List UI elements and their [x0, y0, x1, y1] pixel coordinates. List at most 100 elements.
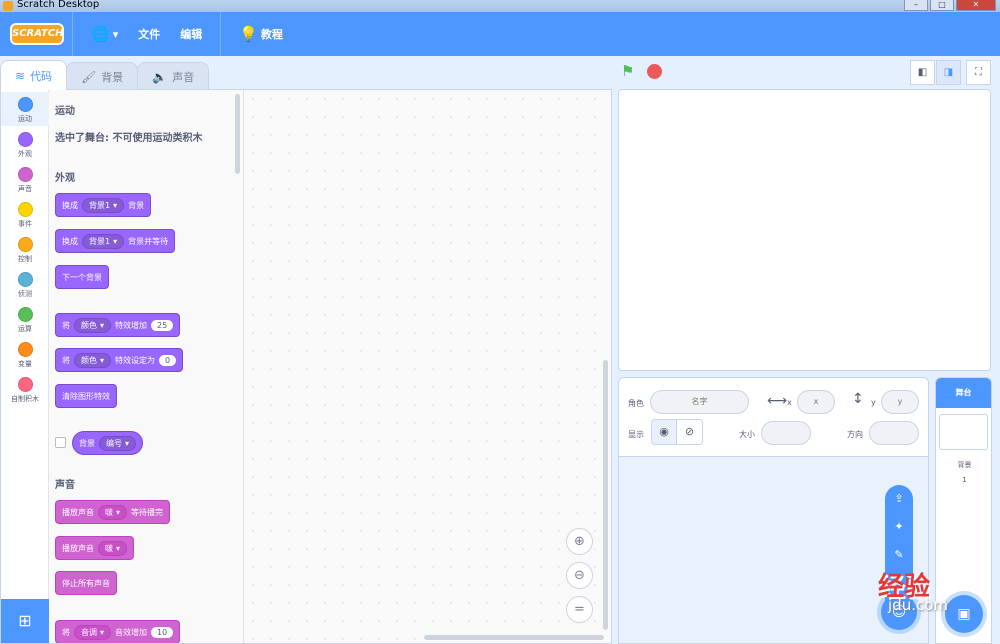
brush-icon: 🖌 — [81, 69, 97, 84]
maximize-button[interactable]: □ — [930, 0, 954, 11]
block-text: 将 — [62, 627, 70, 637]
workspace-horizontal-scrollbar[interactable] — [424, 635, 604, 640]
y-input[interactable]: y — [881, 390, 919, 414]
category-control-label: 控制 — [18, 255, 32, 263]
palette-scrollbar[interactable] — [235, 94, 240, 174]
clear-effects-block[interactable]: 清除图形特效 — [55, 384, 117, 408]
sound-dropdown[interactable]: 啵 ▾ — [98, 504, 128, 520]
backdrop-number-checkbox[interactable] — [55, 437, 66, 448]
direction-input[interactable] — [869, 421, 919, 445]
tab-sounds[interactable]: 🔈 声音 — [137, 62, 210, 90]
minimize-button[interactable]: – — [904, 0, 928, 11]
block-text: 特效设定为 — [115, 355, 156, 365]
vertical-arrow-icon: ↕ — [852, 391, 864, 407]
file-menu[interactable]: 文件 — [128, 12, 170, 56]
effect-value-input[interactable]: 0 — [159, 354, 177, 366]
switch-backdrop-wait-block[interactable]: 换成 背景1 ▾ 背景并等待 — [55, 229, 176, 253]
block-text: 播放声音 — [62, 507, 94, 517]
category-events[interactable]: 事件 — [1, 197, 49, 231]
change-sound-effect-block[interactable]: 将 音调 ▾ 音效增加 10 — [55, 620, 181, 643]
backdrop-number-reporter[interactable]: 背景 编号 ▾ — [72, 431, 144, 455]
category-sound[interactable]: 声音 — [1, 162, 49, 196]
effect-value-input[interactable]: 25 — [151, 319, 174, 331]
backdrop-dropdown[interactable]: 背景1 ▾ — [82, 233, 125, 249]
start-sound-block[interactable]: 播放声音 啵 ▾ — [55, 536, 135, 560]
normal-stage-icon: ◨ — [943, 67, 954, 78]
scratch-logo[interactable]: SCRATCH — [10, 23, 64, 45]
tab-code[interactable]: ≋ 代码 — [0, 60, 68, 90]
category-variables[interactable]: 变量 — [1, 337, 49, 371]
change-effect-block[interactable]: 将 颜色 ▾ 特效增加 25 — [55, 313, 181, 337]
category-operators[interactable]: 运算 — [1, 302, 49, 336]
chevron-down-icon: ▾ — [116, 543, 121, 553]
edit-menu[interactable]: 编辑 — [170, 12, 212, 56]
hide-sprite-button[interactable]: ⊘ — [677, 419, 703, 445]
tutorials-label: 教程 — [260, 28, 283, 41]
block-text: 换成 — [62, 236, 78, 246]
watermark: 经验 jdu.com — [878, 566, 948, 618]
zoom-in-button[interactable]: ⊕ — [566, 528, 593, 555]
chevron-down-icon: ▾ — [125, 438, 130, 448]
green-flag-icon: ⚑ — [621, 62, 635, 80]
upload-sprite-button[interactable]: ⇪ — [885, 485, 913, 513]
close-button[interactable]: ✕ — [956, 0, 996, 11]
block-text: 清除图形特效 — [62, 391, 110, 401]
small-stage-button[interactable]: ◧ — [910, 60, 935, 85]
workspace-vertical-scrollbar[interactable] — [603, 360, 608, 630]
category-my-blocks[interactable]: 自制积木 — [1, 372, 49, 406]
next-backdrop-block[interactable]: 下一个背景 — [55, 265, 109, 289]
surprise-sprite-button[interactable]: ✦ — [885, 513, 913, 541]
sound-heading: 声音 — [55, 480, 75, 491]
backdrop-dropdown[interactable]: 背景1 ▾ — [82, 197, 125, 213]
zoom-out-button[interactable]: ⊖ — [566, 562, 593, 589]
looks-heading: 外观 — [55, 173, 75, 184]
normal-stage-button[interactable]: ◨ — [936, 60, 961, 85]
block-text: 下一个背景 — [62, 272, 102, 282]
chevron-down-icon: ▾ — [100, 627, 105, 637]
speaker-icon: 🔈 — [152, 69, 168, 84]
eye-slash-icon: ⊘ — [684, 425, 695, 438]
sprite-name-input[interactable]: 名字 — [650, 390, 749, 414]
tab-backdrops[interactable]: 🖌 背景 — [66, 62, 139, 90]
fullscreen-button[interactable]: ⛶ — [966, 60, 991, 85]
switch-backdrop-block[interactable]: 换成 背景1 ▾ 背景 — [55, 193, 152, 217]
window-title: Scratch Desktop — [17, 0, 100, 10]
stop-all-sounds-block[interactable]: 停止所有声音 — [55, 571, 117, 595]
category-looks-label: 外观 — [18, 150, 32, 158]
size-input[interactable] — [761, 421, 811, 445]
x-input[interactable]: x — [797, 390, 835, 414]
category-looks[interactable]: 外观 — [1, 127, 49, 161]
category-control[interactable]: 控制 — [1, 232, 49, 266]
stop-button[interactable] — [647, 64, 662, 79]
category-sensing[interactable]: 侦测 — [1, 267, 49, 301]
stage-thumbnail[interactable] — [939, 414, 988, 450]
category-operators-dot — [17, 307, 33, 322]
script-workspace[interactable]: ⊕ ⊖ = — [244, 90, 611, 643]
show-sprite-button[interactable]: ◉ — [651, 419, 677, 445]
paintbrush-icon: ✎ — [894, 548, 904, 561]
effect-dropdown[interactable]: 颜色 ▾ — [74, 352, 112, 368]
choose-backdrop-button[interactable]: ▣ — [945, 595, 983, 633]
add-extension-button[interactable]: ⊞ — [1, 599, 49, 643]
green-flag-button[interactable]: ⚑ — [621, 63, 637, 79]
window-title-bar: Scratch Desktop – □ ✕ — [0, 0, 1000, 12]
sound-effect-value-input[interactable]: 10 — [151, 626, 174, 638]
sprite-label: 角色 — [628, 399, 644, 408]
category-motion[interactable]: 运动 — [1, 92, 49, 126]
play-sound-until-done-block[interactable]: 播放声音 啵 ▾ 等待播完 — [55, 500, 171, 524]
watermark-domain: jdu.com — [888, 596, 948, 614]
zoom-reset-button[interactable]: = — [566, 596, 593, 623]
block-text: 背景并等待 — [128, 236, 169, 246]
effect-dropdown[interactable]: 颜色 ▾ — [74, 317, 112, 333]
backdrop-attribute-dropdown[interactable]: 编号 ▾ — [99, 435, 137, 451]
language-menu[interactable]: 🌐 ▾ — [81, 12, 128, 56]
paint-sprite-button[interactable]: ✎ — [885, 541, 913, 569]
sound-dropdown[interactable]: 啵 ▾ — [98, 540, 128, 556]
set-effect-block[interactable]: 将 颜色 ▾ 特效设定为 0 — [55, 348, 184, 372]
tutorials-button[interactable]: 💡 教程 — [229, 12, 293, 56]
category-looks-dot — [17, 132, 33, 147]
size-label: 大小 — [739, 430, 755, 439]
sound-effect-dropdown[interactable]: 音调 ▾ — [74, 624, 112, 640]
stage-canvas[interactable] — [618, 89, 991, 371]
category-my-blocks-dot — [17, 377, 33, 392]
